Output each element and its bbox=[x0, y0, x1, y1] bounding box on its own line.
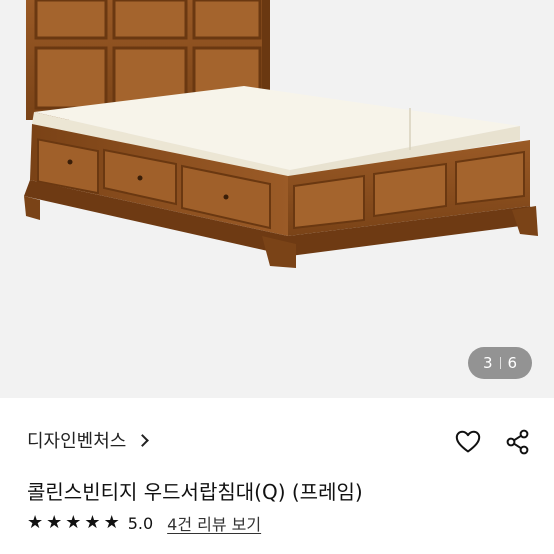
shop-link[interactable]: 디자인벤처스 bbox=[27, 427, 150, 453]
chevron-right-icon bbox=[136, 433, 150, 447]
rating-score: 5.0 bbox=[127, 513, 154, 533]
reviews-link[interactable]: 4건 리뷰 보기 bbox=[167, 511, 261, 535]
star-icon: ★ bbox=[103, 512, 120, 533]
rating-stars: ★ ★ ★ ★ ★ bbox=[27, 514, 120, 532]
star-icon: ★ bbox=[84, 512, 101, 533]
image-pager: 3 6 bbox=[468, 347, 532, 379]
star-icon: ★ bbox=[46, 512, 63, 533]
product-title: 콜린스빈티지 우드서랍침대(Q) (프레임) bbox=[27, 480, 363, 504]
pager-divider bbox=[499, 357, 501, 369]
rating-row: ★ ★ ★ ★ ★ 5.0 4건 리뷰 보기 bbox=[27, 511, 261, 535]
heart-outline-icon bbox=[455, 430, 481, 453]
star-icon: ★ bbox=[65, 512, 82, 533]
star-icon: ★ bbox=[27, 512, 44, 533]
pager-current: 3 bbox=[482, 354, 493, 372]
product-actions bbox=[454, 428, 532, 456]
share-icon bbox=[506, 429, 529, 455]
pager-total: 6 bbox=[507, 354, 518, 372]
like-button[interactable] bbox=[454, 428, 482, 456]
share-button[interactable] bbox=[504, 428, 532, 456]
product-image[interactable]: 3 6 bbox=[0, 0, 554, 398]
shop-name: 디자인벤처스 bbox=[27, 431, 127, 452]
bed-photo bbox=[24, 0, 538, 268]
